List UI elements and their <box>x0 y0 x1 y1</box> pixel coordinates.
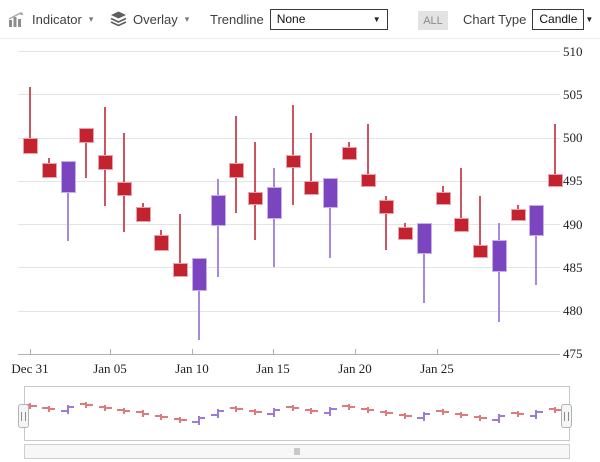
navigator-open-tick <box>324 412 330 414</box>
navigator-open-tick <box>380 411 386 413</box>
navigator-close-tick <box>406 415 412 417</box>
navigator-open-tick <box>361 408 367 410</box>
navigator-close-tick <box>87 404 93 406</box>
navigator-close-tick <box>331 408 337 410</box>
navigator-close-tick <box>31 405 37 407</box>
navigator-open-tick <box>117 409 123 411</box>
navigator-close-tick <box>443 411 449 413</box>
navigator-close-tick <box>143 413 149 415</box>
navigator-close-tick <box>162 416 168 418</box>
navigator-open-tick <box>192 421 198 423</box>
navigator-open-tick <box>492 419 498 421</box>
navigator-close-tick <box>218 410 224 412</box>
navigator-open-tick <box>99 406 105 408</box>
navigator-open-tick <box>42 407 48 409</box>
navigator-close-tick <box>49 408 55 410</box>
navigator-open-tick <box>61 410 67 412</box>
navigator-close-tick <box>462 414 468 416</box>
navigator-open-tick <box>455 413 461 415</box>
navigator-close-tick <box>387 412 393 414</box>
navigator-open-tick <box>399 414 405 416</box>
navigator-close-tick <box>181 419 187 421</box>
navigator-close-tick <box>312 410 318 412</box>
navigator-mini-chart <box>0 0 600 462</box>
navigator-close-tick <box>368 409 374 411</box>
navigator-open-tick <box>267 413 273 415</box>
navigator-open-tick <box>474 416 480 418</box>
navigator-close-tick <box>106 407 112 409</box>
navigator-open-tick <box>155 415 161 417</box>
navigator-open-tick <box>211 414 217 416</box>
navigator-close-tick <box>349 406 355 408</box>
navigator-close-tick <box>237 408 243 410</box>
navigator-left-handle[interactable] <box>18 404 29 428</box>
grip-icon <box>564 412 569 421</box>
navigator-open-tick <box>174 418 180 420</box>
grip-icon <box>21 412 26 421</box>
navigator-open-tick <box>549 408 555 410</box>
navigator-open-tick <box>530 415 536 417</box>
scrollbar-grip-icon <box>295 448 300 455</box>
navigator-open-tick <box>342 405 348 407</box>
navigator-open-tick <box>511 412 517 414</box>
navigator-close-tick <box>256 411 262 413</box>
navigator-close-tick <box>124 410 130 412</box>
navigator-open-tick <box>286 406 292 408</box>
navigator-open-tick <box>249 410 255 412</box>
navigator-close-tick <box>68 406 74 408</box>
navigator-close-tick <box>424 413 430 415</box>
navigator-open-tick <box>305 409 311 411</box>
navigator-close-tick <box>293 407 299 409</box>
navigator-open-tick <box>80 403 86 405</box>
navigator-close-tick <box>481 417 487 419</box>
navigator-scrollbar[interactable] <box>24 444 570 459</box>
navigator-right-handle[interactable] <box>561 404 572 428</box>
navigator-close-tick <box>199 417 205 419</box>
navigator-open-tick <box>417 417 423 419</box>
navigator-open-tick <box>230 407 236 409</box>
navigator-close-tick <box>518 413 524 415</box>
navigator-close-tick <box>499 415 505 417</box>
navigator-open-tick <box>136 411 142 413</box>
navigator-close-tick <box>274 409 280 411</box>
navigator-close-tick <box>537 411 543 413</box>
navigator-open-tick <box>436 410 442 412</box>
